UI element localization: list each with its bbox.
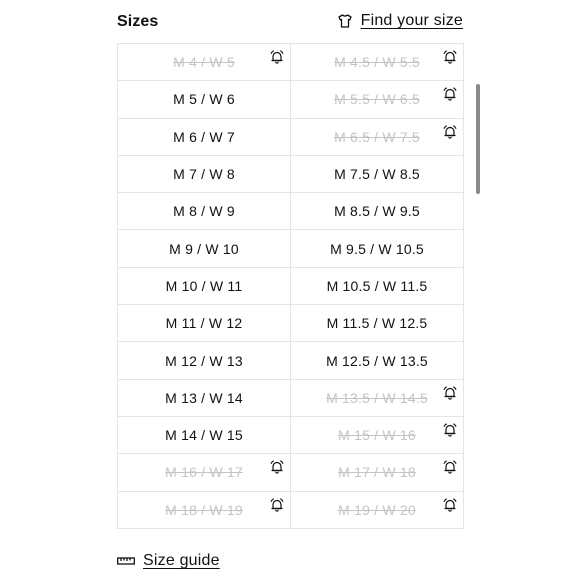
alarm-bell-icon[interactable] (269, 497, 285, 513)
size-guide-label: Size guide (143, 552, 220, 569)
alarm-bell-icon[interactable] (442, 497, 458, 513)
alarm-bell-icon[interactable] (442, 385, 458, 401)
size-option[interactable]: M 9.5 / W 10.5 (291, 230, 464, 268)
scrollbar-thumb[interactable] (476, 84, 480, 194)
size-label: M 16 / W 17 (165, 464, 243, 481)
alarm-bell-icon[interactable] (442, 49, 458, 65)
sizes-title: Sizes (117, 13, 159, 30)
ruler-icon (117, 556, 135, 566)
size-label: M 14 / W 15 (165, 427, 243, 444)
size-label: M 12 / W 13 (165, 352, 243, 369)
size-label: M 9.5 / W 10.5 (330, 240, 424, 257)
size-option[interactable]: M 7.5 / W 8.5 (291, 155, 464, 194)
size-label: M 9 / W 10 (169, 240, 239, 257)
size-selector-panel: Sizes Find your size M 4 / W 5 M 4.5 / W … (0, 0, 580, 580)
find-your-size-label: Find your size (360, 12, 463, 29)
size-option[interactable]: M 8.5 / W 9.5 (291, 193, 464, 231)
size-label: M 5 / W 6 (173, 91, 235, 108)
size-option[interactable]: M 18 / W 19 (118, 491, 291, 529)
size-option[interactable]: M 8 / W 9 (118, 193, 291, 231)
size-label: M 6.5 / W 7.5 (334, 128, 420, 145)
size-label: M 13.5 / W 14.5 (326, 389, 428, 406)
size-label: M 8 / W 9 (173, 203, 235, 220)
size-header: Sizes Find your size (117, 10, 463, 36)
size-option[interactable]: M 12.5 / W 13.5 (291, 342, 464, 380)
size-option[interactable]: M 4 / W 5 (118, 44, 291, 82)
size-option[interactable]: M 10.5 / W 11.5 (291, 267, 464, 306)
size-option[interactable]: M 4.5 / W 5.5 (291, 44, 464, 82)
alarm-bell-icon[interactable] (269, 49, 285, 65)
size-option[interactable]: M 5.5 / W 6.5 (291, 81, 464, 119)
size-option[interactable]: M 13.5 / W 14.5 (291, 379, 464, 417)
size-guide-link[interactable]: Size guide (117, 552, 220, 570)
size-option[interactable]: M 6.5 / W 7.5 (291, 118, 464, 156)
size-option[interactable]: M 5 / W 6 (118, 81, 291, 119)
size-label: M 13 / W 14 (165, 389, 243, 406)
size-label: M 7 / W 8 (173, 166, 235, 183)
size-label: M 11.5 / W 12.5 (326, 315, 428, 332)
size-label: M 4.5 / W 5.5 (334, 54, 420, 71)
size-label: M 8.5 / W 9.5 (334, 203, 420, 220)
size-label: M 5.5 / W 6.5 (334, 91, 420, 108)
alarm-bell-icon[interactable] (442, 124, 458, 140)
size-option[interactable]: M 19 / W 20 (291, 491, 464, 529)
size-label: M 12.5 / W 13.5 (326, 352, 428, 369)
size-label: M 17 / W 18 (338, 464, 416, 481)
size-option[interactable]: M 11.5 / W 12.5 (291, 305, 464, 343)
size-label: M 11 / W 12 (165, 315, 243, 332)
size-option[interactable]: M 9 / W 10 (118, 230, 291, 268)
size-option[interactable]: M 16 / W 17 (118, 454, 291, 492)
size-label: M 18 / W 19 (165, 501, 243, 518)
size-label: M 4 / W 5 (173, 54, 235, 71)
alarm-bell-icon[interactable] (442, 422, 458, 438)
find-your-size-link[interactable]: Find your size (337, 10, 463, 32)
alarm-bell-icon[interactable] (442, 459, 458, 475)
size-label: M 10.5 / W 11.5 (326, 277, 428, 294)
size-label: M 19 / W 20 (338, 501, 416, 518)
size-label: M 6 / W 7 (173, 128, 235, 145)
size-option[interactable]: M 13 / W 14 (118, 379, 291, 417)
size-label: M 15 / W 16 (338, 427, 416, 444)
size-option[interactable]: M 6 / W 7 (118, 118, 291, 156)
size-label: M 10 / W 11 (165, 277, 243, 294)
size-label: M 7.5 / W 8.5 (334, 166, 420, 183)
size-option[interactable]: M 7 / W 8 (118, 155, 291, 194)
alarm-bell-icon[interactable] (442, 86, 458, 102)
size-option[interactable]: M 17 / W 18 (291, 454, 464, 492)
size-option[interactable]: M 10 / W 11 (118, 267, 291, 306)
alarm-bell-icon[interactable] (269, 459, 285, 475)
size-grid: M 4 / W 5 M 4.5 / W 5.5 M 5 / W 6 M 5.5 / W… (117, 43, 464, 529)
size-option[interactable]: M 14 / W 15 (118, 416, 291, 455)
shirt-icon (337, 13, 353, 29)
size-option[interactable]: M 11 / W 12 (118, 305, 291, 343)
size-option[interactable]: M 15 / W 16 (291, 416, 464, 455)
size-option[interactable]: M 12 / W 13 (118, 342, 291, 380)
